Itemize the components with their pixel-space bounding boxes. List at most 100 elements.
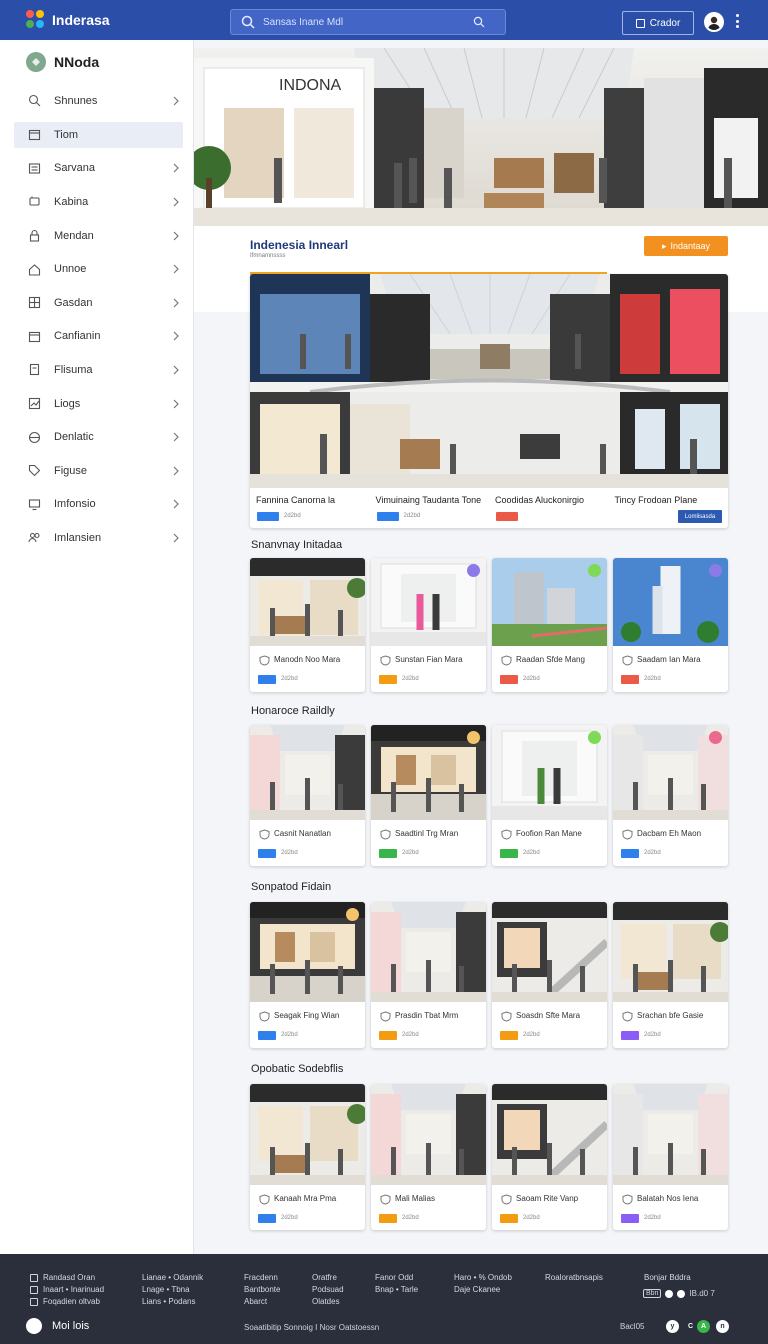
card-body: Saadtinl Trg Mran 2d2bd bbox=[371, 820, 486, 866]
section-title: Honaroce Raildly bbox=[251, 705, 335, 717]
footer-link[interactable]: Foqadien oltvab bbox=[43, 1296, 100, 1308]
sidebar-item-label: Kabina bbox=[54, 195, 89, 208]
store-card[interactable]: Saoam Rite Vanp 2d2bd bbox=[492, 1084, 607, 1230]
store-card[interactable]: Raadan Sfde Mang 2d2bd bbox=[492, 558, 607, 692]
status-tag bbox=[258, 1214, 276, 1223]
store-card[interactable]: Prasdin Tbat Mrm 2d2bd bbox=[371, 902, 486, 1048]
card-title: Soasdn Sfte Mara bbox=[516, 1011, 581, 1020]
chevron-right-icon bbox=[173, 298, 179, 308]
store-card[interactable]: Soasdn Sfte Mara 2d2bd bbox=[492, 902, 607, 1048]
play-badge-icon[interactable] bbox=[709, 731, 722, 744]
featured-column[interactable]: Fannina Canorna la 2d2bd bbox=[250, 488, 370, 528]
store-card[interactable]: Kanaah Mra Pma 2d2bd bbox=[250, 1084, 365, 1230]
shield-icon bbox=[380, 655, 391, 666]
store-card[interactable]: Srachan bfe Gasie 2d2bd bbox=[613, 902, 728, 1048]
sidebar-item[interactable]: Unnoe bbox=[0, 252, 193, 286]
play-badge-icon[interactable] bbox=[467, 731, 480, 744]
search-bar[interactable] bbox=[230, 9, 506, 35]
sidebar-item-label: Denlatic bbox=[54, 431, 94, 444]
store-card[interactable]: Sunstan Fian Mara 2d2bd bbox=[371, 558, 486, 692]
store-card[interactable]: Saadam Ian Mara 2d2bd bbox=[613, 558, 728, 692]
play-badge-icon[interactable] bbox=[588, 731, 601, 744]
play-badge-icon[interactable] bbox=[588, 564, 601, 577]
card-body: Balatah Nos Iena 2d2bd bbox=[613, 1185, 728, 1230]
featured-column[interactable]: Vimuinaing Taudanta Tone 2d2bd bbox=[370, 488, 490, 528]
card-grid: Seagak Fing Wian 2d2bd Prasdin Tbat Mrm … bbox=[250, 902, 728, 1048]
footer-link[interactable]: Bantbonte bbox=[244, 1284, 280, 1296]
play-badge-icon[interactable] bbox=[467, 564, 480, 577]
sidebar-item[interactable]: Shnunes bbox=[0, 84, 193, 118]
footer-link[interactable]: Podsuad bbox=[312, 1284, 344, 1296]
chart-icon bbox=[28, 397, 41, 410]
sidebar-item[interactable]: Sarvana bbox=[0, 152, 193, 186]
footer-link[interactable]: Olatdes bbox=[312, 1296, 344, 1308]
store-card[interactable]: Manodn Noo Mara 2d2bd bbox=[250, 558, 365, 692]
card-body: Raadan Sfde Mang 2d2bd bbox=[492, 646, 607, 692]
footer-link[interactable]: Bnap • Tarle bbox=[375, 1284, 418, 1296]
store-card[interactable]: Mali Malias 2d2bd bbox=[371, 1084, 486, 1230]
footer-link[interactable]: Lians • Podans bbox=[142, 1296, 203, 1308]
sidebar-item[interactable]: Gasdan bbox=[0, 286, 193, 320]
footer-link[interactable]: Daje Ckanee bbox=[454, 1284, 512, 1296]
toggle-dot-icon[interactable] bbox=[677, 1289, 686, 1298]
sidebar-item-label: Imlansien bbox=[54, 531, 102, 544]
footer-link[interactable]: Fanor Odd bbox=[375, 1272, 418, 1284]
store-card[interactable]: Seagak Fing Wian 2d2bd bbox=[250, 902, 365, 1048]
social-a-icon[interactable]: A bbox=[697, 1320, 710, 1333]
play-badge-icon[interactable] bbox=[346, 908, 359, 921]
sidebar-item[interactable]: Mendan bbox=[0, 219, 193, 253]
featured-column[interactable]: Coodidas Aluckonirgio bbox=[489, 488, 609, 528]
store-card[interactable]: Dacbam Eh Maon 2d2bd bbox=[613, 725, 728, 866]
sidebar-item[interactable]: Kabina bbox=[0, 185, 193, 219]
featured-column-button[interactable]: Lomlisasda bbox=[678, 510, 722, 523]
featured-card[interactable]: Fannina Canorna la 2d2bd Vimuinaing Taudan… bbox=[250, 274, 728, 528]
store-card[interactable]: Saadtinl Trg Mran 2d2bd bbox=[371, 725, 486, 866]
store-card[interactable]: Foofion Ran Mane 2d2bd bbox=[492, 725, 607, 866]
footer-link[interactable]: Inaart • Inarinuad bbox=[43, 1284, 104, 1296]
footer-link[interactable]: Lianae • Odannik bbox=[142, 1272, 203, 1284]
footer-link[interactable]: Abarct bbox=[244, 1296, 280, 1308]
square-icon bbox=[30, 1274, 38, 1282]
sidebar-item[interactable]: Liogs bbox=[0, 387, 193, 421]
footer-link[interactable]: Randasd Oran bbox=[43, 1272, 95, 1284]
store-card[interactable]: Balatah Nos Iena 2d2bd bbox=[613, 1084, 728, 1230]
top-action-label: Crador bbox=[649, 17, 681, 29]
sidebar-item[interactable]: Canfianin bbox=[0, 320, 193, 354]
social-n-icon[interactable]: n bbox=[716, 1320, 729, 1333]
sidebar-item[interactable]: Imlansien bbox=[0, 521, 193, 555]
tag-text: 2d2bd bbox=[644, 850, 661, 856]
store-card[interactable]: Casnit Nanatlan 2d2bd bbox=[250, 725, 365, 866]
footer-link[interactable]: Lnage • Tbna bbox=[142, 1284, 203, 1296]
social-c-icon[interactable]: C bbox=[684, 1320, 697, 1333]
sidebar-item[interactable]: Denlatic bbox=[0, 420, 193, 454]
card-body: Prasdin Tbat Mrm 2d2bd bbox=[371, 1002, 486, 1048]
search-input[interactable] bbox=[263, 16, 473, 28]
sidebar-item[interactable]: Figuse bbox=[0, 454, 193, 488]
info-action-button[interactable]: ▸ Indantaay bbox=[644, 236, 728, 256]
avatar[interactable] bbox=[704, 12, 724, 32]
calendar-icon bbox=[28, 331, 41, 342]
social-y-icon[interactable]: y bbox=[666, 1320, 679, 1333]
sidebar-item[interactable]: Flisuma bbox=[0, 353, 193, 387]
toggle-dot-icon[interactable] bbox=[665, 1289, 674, 1298]
sidebar-item[interactable]: Imfonsio bbox=[0, 488, 193, 522]
play-badge-icon[interactable] bbox=[709, 564, 722, 577]
footer-link[interactable]: Oratfre bbox=[312, 1272, 344, 1284]
footer-link[interactable]: Haro • % Ondob bbox=[454, 1272, 512, 1284]
sidebar-item[interactable]: Tiom bbox=[14, 121, 183, 148]
sidebar-item-label: Tiom bbox=[54, 128, 79, 141]
brand[interactable]: Inderasa bbox=[26, 10, 226, 30]
footer-link[interactable]: Bonjar Bddra bbox=[644, 1272, 691, 1284]
card-body: Soasdn Sfte Mara 2d2bd bbox=[492, 1002, 607, 1048]
tag-text: 2d2bd bbox=[523, 850, 540, 856]
footer-link[interactable]: Roaloratbnsapis bbox=[545, 1272, 603, 1284]
brand-logo-icon bbox=[26, 10, 46, 30]
more-menu-icon[interactable] bbox=[736, 14, 740, 28]
top-action-button[interactable]: Crador bbox=[622, 11, 694, 35]
featured-column[interactable]: Tincy Frodoan Plane Lomlisasda bbox=[609, 488, 729, 528]
sidebar-header: NNoda bbox=[0, 40, 193, 84]
tag-text: 2d2bd bbox=[281, 676, 298, 682]
search-submit-icon[interactable] bbox=[473, 16, 485, 28]
footer-link[interactable]: Fracdenn bbox=[244, 1272, 280, 1284]
chevron-right-icon bbox=[173, 499, 179, 509]
